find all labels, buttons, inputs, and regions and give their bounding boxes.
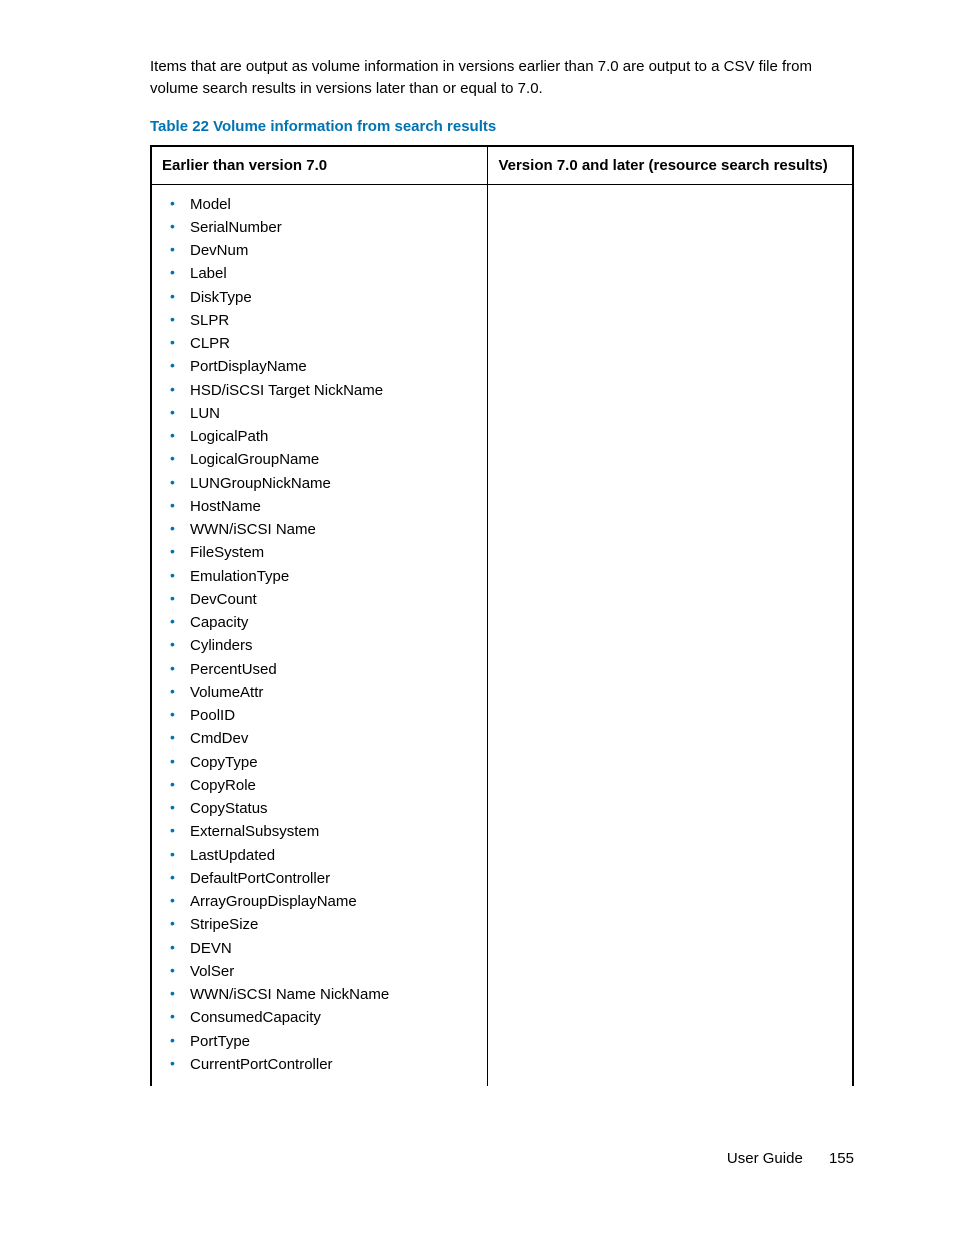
- volume-info-table: Earlier than version 7.0 Version 7.0 and…: [150, 145, 854, 1087]
- list-item: WWN/iSCSI Name NickName: [170, 983, 477, 1006]
- list-item: DefaultPortController: [170, 867, 477, 890]
- list-item: SerialNumber: [170, 216, 477, 239]
- footer-doc-title: User Guide: [727, 1150, 803, 1167]
- cell-earlier-items: ModelSerialNumberDevNumLabelDiskTypeSLPR…: [151, 184, 488, 1086]
- list-item: PercentUsed: [170, 658, 477, 681]
- list-item: PoolID: [170, 704, 477, 727]
- list-item: PortDisplayName: [170, 355, 477, 378]
- list-item: DiskType: [170, 286, 477, 309]
- list-item: StripeSize: [170, 913, 477, 936]
- list-item: CopyType: [170, 751, 477, 774]
- list-item: DevNum: [170, 239, 477, 262]
- table-caption: Table 22 Volume information from search …: [150, 118, 854, 135]
- list-item: Model: [170, 193, 477, 216]
- list-item: Label: [170, 262, 477, 285]
- list-item: VolSer: [170, 960, 477, 983]
- list-item: PortType: [170, 1030, 477, 1053]
- list-item: FileSystem: [170, 541, 477, 564]
- list-item: ExternalSubsystem: [170, 820, 477, 843]
- list-item: EmulationType: [170, 565, 477, 588]
- list-item: Capacity: [170, 611, 477, 634]
- list-item: VolumeAttr: [170, 681, 477, 704]
- list-item: HSD/iSCSI Target NickName: [170, 379, 477, 402]
- list-item: LogicalPath: [170, 425, 477, 448]
- column-header-earlier: Earlier than version 7.0: [151, 146, 488, 185]
- cell-later-items: [488, 184, 853, 1086]
- intro-paragraph: Items that are output as volume informat…: [150, 56, 854, 100]
- column-header-later: Version 7.0 and later (resource search r…: [488, 146, 853, 185]
- list-item: CLPR: [170, 332, 477, 355]
- list-item: ArrayGroupDisplayName: [170, 890, 477, 913]
- footer-page-number: 155: [829, 1150, 854, 1167]
- list-item: HostName: [170, 495, 477, 518]
- list-item: LUNGroupNickName: [170, 472, 477, 495]
- list-item: CmdDev: [170, 727, 477, 750]
- list-item: CopyStatus: [170, 797, 477, 820]
- volume-item-list: ModelSerialNumberDevNumLabelDiskTypeSLPR…: [162, 193, 477, 1077]
- list-item: LastUpdated: [170, 844, 477, 867]
- list-item: LogicalGroupName: [170, 448, 477, 471]
- list-item: ConsumedCapacity: [170, 1006, 477, 1029]
- list-item: CurrentPortController: [170, 1053, 477, 1076]
- list-item: Cylinders: [170, 634, 477, 657]
- list-item: DEVN: [170, 937, 477, 960]
- list-item: LUN: [170, 402, 477, 425]
- list-item: CopyRole: [170, 774, 477, 797]
- page-footer: User Guide 155: [727, 1150, 854, 1167]
- list-item: DevCount: [170, 588, 477, 611]
- list-item: WWN/iSCSI Name: [170, 518, 477, 541]
- list-item: SLPR: [170, 309, 477, 332]
